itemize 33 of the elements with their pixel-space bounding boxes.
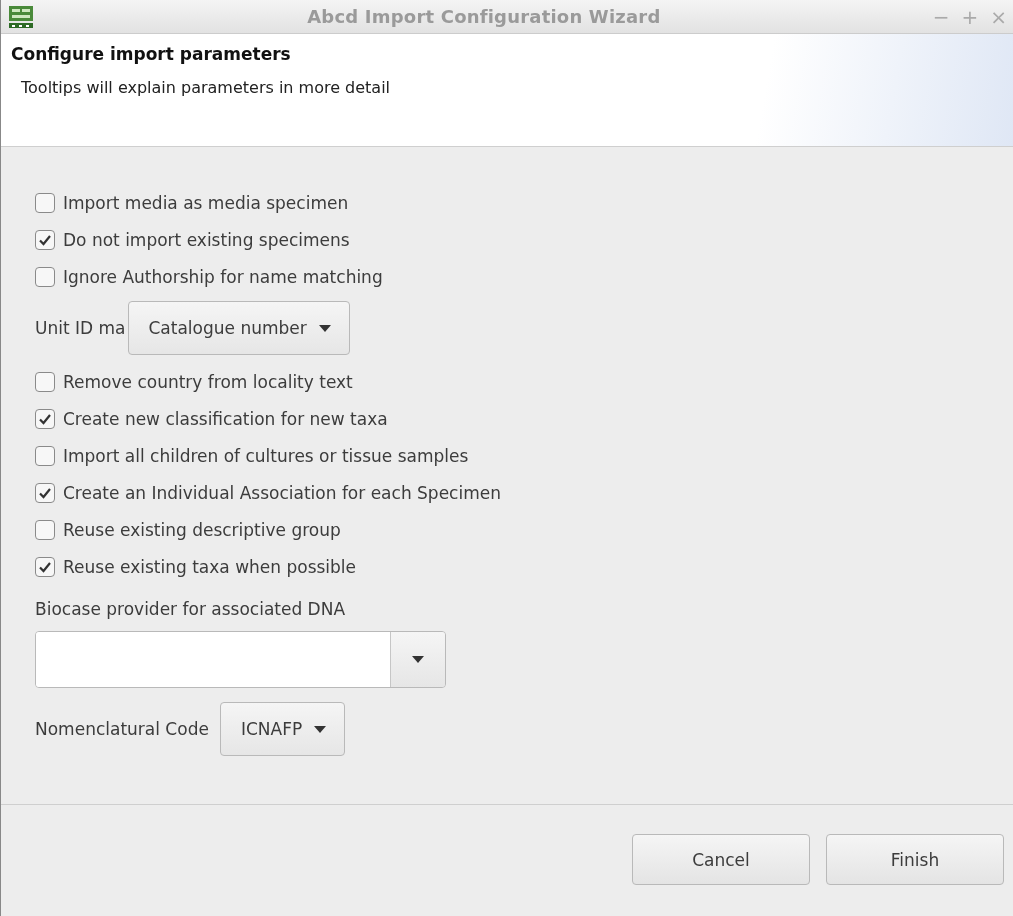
checkbox-label[interactable]: Import all children of cultures or tissue samples	[63, 445, 469, 466]
checkbox-label[interactable]: Create an Individual Association for each Specimen	[63, 482, 501, 503]
checkbox[interactable]	[35, 192, 55, 213]
page-title: Configure import parameters	[11, 43, 291, 64]
checkbox[interactable]	[35, 266, 55, 287]
dialog-button[interactable]: Cancel	[632, 834, 810, 885]
checkbox-label[interactable]: Do not import existing specimens	[63, 229, 350, 250]
checkbox[interactable]	[35, 229, 55, 250]
checkbox[interactable]	[35, 519, 55, 540]
caret-icon	[314, 725, 327, 733]
checkbox[interactable]	[35, 556, 55, 577]
checkbox[interactable]	[35, 371, 55, 392]
dialog-button[interactable]: Finish	[826, 834, 1004, 885]
window-title: Abcd Import Configuration Wizard	[306, 6, 662, 27]
caret-icon	[318, 324, 331, 332]
checkbox-label[interactable]: Reuse existing taxa when possible	[63, 556, 357, 577]
checkbox-label[interactable]: Remove country from locality text	[63, 371, 353, 392]
app-logo-icon	[7, 3, 35, 30]
field-label: Biocase provider for associated DNA	[35, 599, 346, 619]
caret-icon	[412, 656, 424, 663]
checkbox-label[interactable]: Create new classification for new taxa	[63, 408, 388, 429]
dropdown[interactable]: Catalogue number	[127, 301, 350, 355]
field-label: Unit ID ma	[35, 318, 126, 338]
checkbox[interactable]	[35, 408, 55, 429]
checkbox-label[interactable]: Reuse existing descriptive group	[63, 519, 341, 540]
checkbox-label[interactable]: Import media as media specimen	[63, 192, 349, 213]
page-description: Tooltips will explain parameters in more detail	[21, 78, 391, 97]
dropdown[interactable]: ICNAFP	[219, 702, 346, 756]
combo-field[interactable]	[35, 631, 446, 688]
checkbox-label[interactable]: Ignore Authorship for name matching	[63, 266, 383, 287]
checkbox[interactable]	[35, 482, 55, 503]
checkbox[interactable]	[35, 445, 55, 466]
field-label: Nomenclatural Code	[35, 719, 209, 739]
